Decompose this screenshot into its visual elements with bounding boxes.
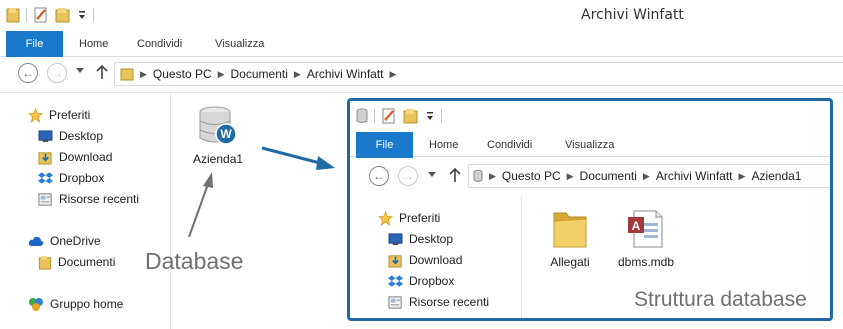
inner-tab-view[interactable]: Visualizza xyxy=(565,132,614,158)
access-database-icon: A xyxy=(624,207,668,251)
inner-nav-favorites[interactable]: Preferiti xyxy=(378,209,440,227)
database-icon xyxy=(473,169,483,183)
inner-breadcrumb-this-pc[interactable]: Questo PC xyxy=(502,169,561,183)
new-folder-icon[interactable] xyxy=(403,108,419,124)
inner-address-bar[interactable]: ▶ Questo PC ▶ Documenti ▶ Archivi Winfat… xyxy=(468,164,830,188)
gray-arrow xyxy=(188,172,213,238)
file-name: Allegati xyxy=(550,255,590,269)
inner-nav-recent-label: Risorse recenti xyxy=(409,295,490,309)
toolbar-separator xyxy=(374,109,375,123)
annotation-structure: Struttura database xyxy=(634,288,807,311)
inner-window-screenshot: File Home Condividi Visualizza ← → ▶ Que… xyxy=(347,98,833,321)
toolbar-separator xyxy=(441,109,442,123)
inner-breadcrumb-archivi-winfatt[interactable]: Archivi Winfatt xyxy=(656,169,733,183)
customize-toolbar-icon[interactable] xyxy=(425,110,435,122)
arrow-left-icon: ← xyxy=(373,169,385,183)
blue-arrow xyxy=(261,146,335,170)
inner-nav-favorites-label: Preferiti xyxy=(399,211,441,225)
inner-up-button[interactable] xyxy=(449,167,461,183)
inner-nav-dropbox-label: Dropbox xyxy=(409,274,455,288)
inner-nav-dropbox[interactable]: Dropbox xyxy=(388,272,454,290)
desktop-icon xyxy=(388,232,403,246)
inner-pane-divider xyxy=(521,197,522,318)
file-item-allegati[interactable]: Allegati xyxy=(548,207,592,269)
svg-text:A: A xyxy=(632,219,641,233)
annotation-database: Database xyxy=(145,248,244,274)
properties-icon[interactable] xyxy=(381,108,397,124)
inner-nav-desktop-label: Desktop xyxy=(409,232,454,246)
arrow-right-icon: → xyxy=(402,169,414,183)
inner-breadcrumb-azienda1[interactable]: Azienda1 xyxy=(751,169,801,183)
inner-forward-button[interactable]: → xyxy=(398,166,418,186)
file-name: dbms.mdb xyxy=(618,255,675,269)
file-item-dbms-mdb[interactable]: A dbms.mdb xyxy=(618,207,674,269)
chevron-right-icon: ▶ xyxy=(566,170,574,181)
inner-nav-recent[interactable]: Risorse recenti xyxy=(388,293,489,311)
star-icon xyxy=(378,210,393,226)
inner-quick-access-toolbar xyxy=(356,107,442,125)
inner-nav-download[interactable]: Download xyxy=(388,251,462,269)
download-folder-icon xyxy=(388,253,403,268)
database-icon[interactable] xyxy=(356,108,368,124)
inner-breadcrumb-documents[interactable]: Documenti xyxy=(580,169,637,183)
inner-recent-locations-button[interactable] xyxy=(428,172,436,178)
dropbox-icon xyxy=(388,274,403,288)
inner-nav-desktop[interactable]: Desktop xyxy=(388,230,453,248)
chevron-right-icon: ▶ xyxy=(738,170,746,181)
chevron-right-icon: ▶ xyxy=(489,170,496,181)
folder-icon xyxy=(548,207,592,251)
inner-tab-file[interactable]: File xyxy=(356,132,413,158)
recent-places-icon xyxy=(388,295,403,310)
chevron-right-icon: ▶ xyxy=(642,170,650,181)
inner-back-button[interactable]: ← xyxy=(369,166,389,186)
inner-tab-home[interactable]: Home xyxy=(429,132,458,158)
inner-nav-download-label: Download xyxy=(409,253,463,267)
inner-tab-share[interactable]: Condividi xyxy=(487,132,532,158)
